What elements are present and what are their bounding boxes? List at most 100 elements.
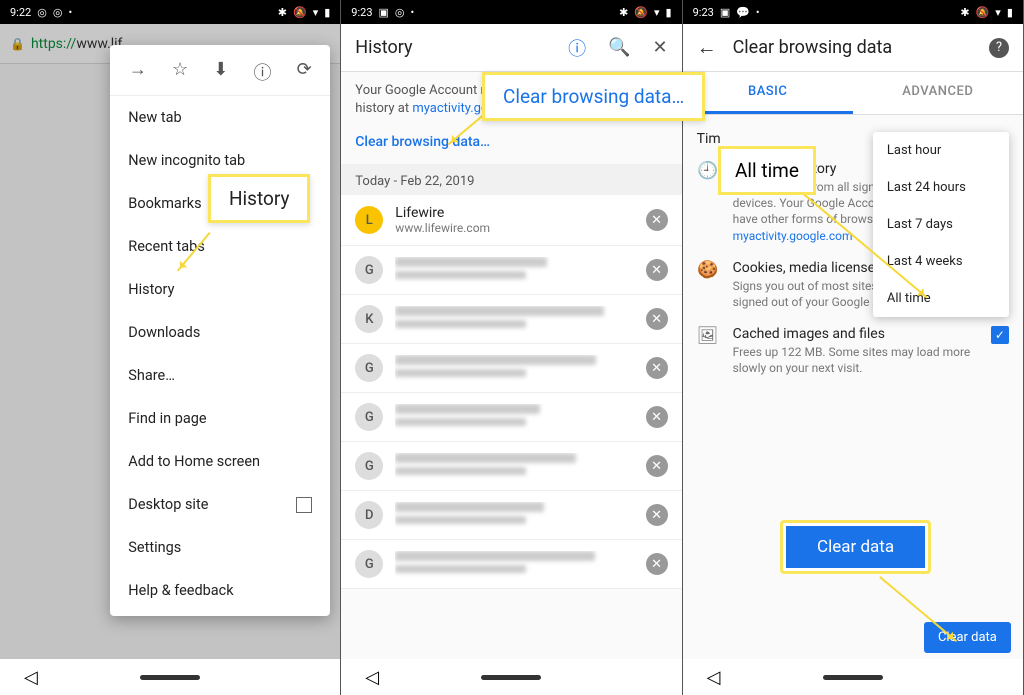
delete-history-item-button[interactable]: ✕ — [646, 455, 668, 477]
menu-new-tab[interactable]: New tab — [110, 96, 330, 139]
favicon: G — [355, 403, 383, 431]
favicon: D — [355, 501, 383, 529]
bluetooth-icon: ✱ — [619, 6, 628, 19]
myactivity-link[interactable]: myactivity.google.com — [733, 229, 853, 243]
menu-share[interactable]: Share… — [110, 354, 330, 397]
wifi-icon: ▾ — [313, 6, 319, 19]
favicon: G — [355, 550, 383, 578]
delete-history-item-button[interactable]: ✕ — [646, 406, 668, 428]
status-time: 9:22 — [10, 6, 31, 19]
wifi-icon: ▾ — [654, 6, 660, 19]
history-item[interactable]: G✕ — [341, 246, 681, 295]
chat-icon: 💬 — [736, 6, 750, 19]
page-title: Clear browsing data — [733, 37, 973, 58]
menu-find-in-page[interactable]: Find in page — [110, 397, 330, 440]
search-icon[interactable]: 🔍 — [608, 37, 630, 58]
battery-icon: ▮ — [324, 6, 330, 19]
camera-icon: ◎ — [395, 6, 405, 19]
bluetooth-icon: ✱ — [278, 6, 287, 19]
history-item-title: Lifewire — [395, 205, 633, 221]
menu-settings[interactable]: Settings — [110, 526, 330, 569]
tab-basic[interactable]: BASIC — [683, 72, 853, 114]
checkbox-icon[interactable] — [296, 497, 312, 513]
info-icon[interactable]: ⓘ — [253, 59, 271, 85]
clear-data-button[interactable]: Clear data — [924, 622, 1011, 653]
android-nav-bar: ◁ — [0, 659, 340, 695]
favicon: L — [355, 206, 383, 234]
history-item[interactable]: G✕ — [341, 344, 681, 393]
menu-desktop-site[interactable]: Desktop site — [110, 483, 330, 526]
favicon: K — [355, 305, 383, 333]
callout-clear-data-button[interactable]: Clear data — [780, 520, 931, 574]
checkbox-checked-icon[interactable]: ✓ — [991, 326, 1009, 344]
dropdown-option[interactable]: Last hour — [873, 132, 1009, 169]
back-icon[interactable]: ◁ — [707, 667, 721, 688]
mute-icon: 🔕 — [976, 6, 990, 19]
date-header: Today - Feb 22, 2019 — [341, 164, 681, 195]
history-item-url: www.lifewire.com — [395, 221, 633, 235]
favicon: G — [355, 452, 383, 480]
clear-browsing-data-link[interactable]: Clear browsing data… — [341, 128, 681, 164]
callout-clear-browsing: Clear browsing data… — [482, 72, 705, 121]
history-item[interactable]: D✕ — [341, 491, 681, 540]
wifi-icon: ▾ — [995, 6, 1001, 19]
image-icon: ▣ — [379, 6, 389, 19]
delete-history-item-button[interactable]: ✕ — [646, 209, 668, 231]
favicon: G — [355, 354, 383, 382]
info-icon[interactable]: ⓘ — [568, 35, 586, 61]
mute-icon: 🔕 — [634, 6, 648, 19]
home-pill[interactable] — [823, 675, 883, 680]
history-item[interactable]: L Lifewirewww.lifewire.com ✕ — [341, 195, 681, 246]
menu-downloads[interactable]: Downloads — [110, 311, 330, 354]
section-cache[interactable]: 🖼 Cached images and files Frees up 122 M… — [697, 326, 1009, 376]
history-item[interactable]: G✕ — [341, 393, 681, 442]
delete-history-item-button[interactable]: ✕ — [646, 504, 668, 526]
mute-icon: 🔕 — [293, 6, 307, 19]
menu-add-home[interactable]: Add to Home screen — [110, 440, 330, 483]
image-stack-icon: 🖼 — [697, 326, 719, 376]
panel-clear-data: 9:23 ▣ 💬 • ✱ 🔕 ▾ ▮ ← Clear browsing data… — [683, 0, 1024, 695]
android-nav-bar: ◁ — [341, 659, 681, 695]
history-header: History ⓘ 🔍 ✕ — [341, 24, 681, 72]
history-item[interactable]: G✕ — [341, 540, 681, 589]
home-pill[interactable] — [481, 675, 541, 680]
clear-data-header: ← Clear browsing data ? — [683, 24, 1023, 72]
callout-all-time: All time — [718, 146, 816, 195]
dropdown-option[interactable]: All time — [873, 280, 1009, 317]
camera-icon: ◎ — [37, 6, 47, 19]
reload-icon[interactable]: ⟳ — [297, 59, 312, 85]
help-icon[interactable]: ? — [989, 38, 1009, 58]
panel-chrome-menu: 9:22 ◎ ◎ • ✱ 🔕 ▾ ▮ 🔒 https://www.lif → ☆… — [0, 0, 341, 695]
home-pill[interactable] — [140, 675, 200, 680]
image-icon: ▣ — [720, 6, 730, 19]
back-icon[interactable]: ◁ — [24, 667, 38, 688]
forward-icon[interactable]: → — [129, 59, 147, 85]
menu-history[interactable]: History — [110, 268, 330, 311]
delete-history-item-button[interactable]: ✕ — [646, 308, 668, 330]
battery-icon: ▮ — [666, 6, 672, 19]
delete-history-item-button[interactable]: ✕ — [646, 259, 668, 281]
callout-history: History — [208, 174, 310, 223]
download-icon[interactable]: ⬇ — [213, 59, 228, 85]
menu-help[interactable]: Help & feedback — [110, 569, 330, 612]
dropdown-option[interactable]: Last 4 weeks — [873, 243, 1009, 280]
back-icon[interactable]: ◁ — [365, 667, 379, 688]
back-arrow-icon[interactable]: ← — [697, 35, 717, 60]
history-item[interactable]: K✕ — [341, 295, 681, 344]
history-item[interactable]: G✕ — [341, 442, 681, 491]
tab-advanced[interactable]: ADVANCED — [853, 72, 1023, 114]
dropdown-option[interactable]: Last 7 days — [873, 206, 1009, 243]
status-time: 9:23 — [693, 6, 714, 19]
dropdown-option[interactable]: Last 24 hours — [873, 169, 1009, 206]
myactivity-link[interactable]: myactivity.go — [412, 101, 488, 116]
delete-history-item-button[interactable]: ✕ — [646, 357, 668, 379]
menu-recent-tabs[interactable]: Recent tabs — [110, 225, 330, 268]
close-icon[interactable]: ✕ — [653, 37, 668, 58]
delete-history-item-button[interactable]: ✕ — [646, 553, 668, 575]
cookie-icon: 🍪 — [697, 260, 719, 310]
star-icon[interactable]: ☆ — [172, 59, 188, 85]
lock-icon: 🔒 — [10, 37, 25, 51]
tabs: BASIC ADVANCED — [683, 72, 1023, 115]
status-bar: 9:23 ▣ 💬 • ✱ 🔕 ▾ ▮ — [683, 0, 1023, 24]
status-bar: 9:22 ◎ ◎ • ✱ 🔕 ▾ ▮ — [0, 0, 340, 24]
